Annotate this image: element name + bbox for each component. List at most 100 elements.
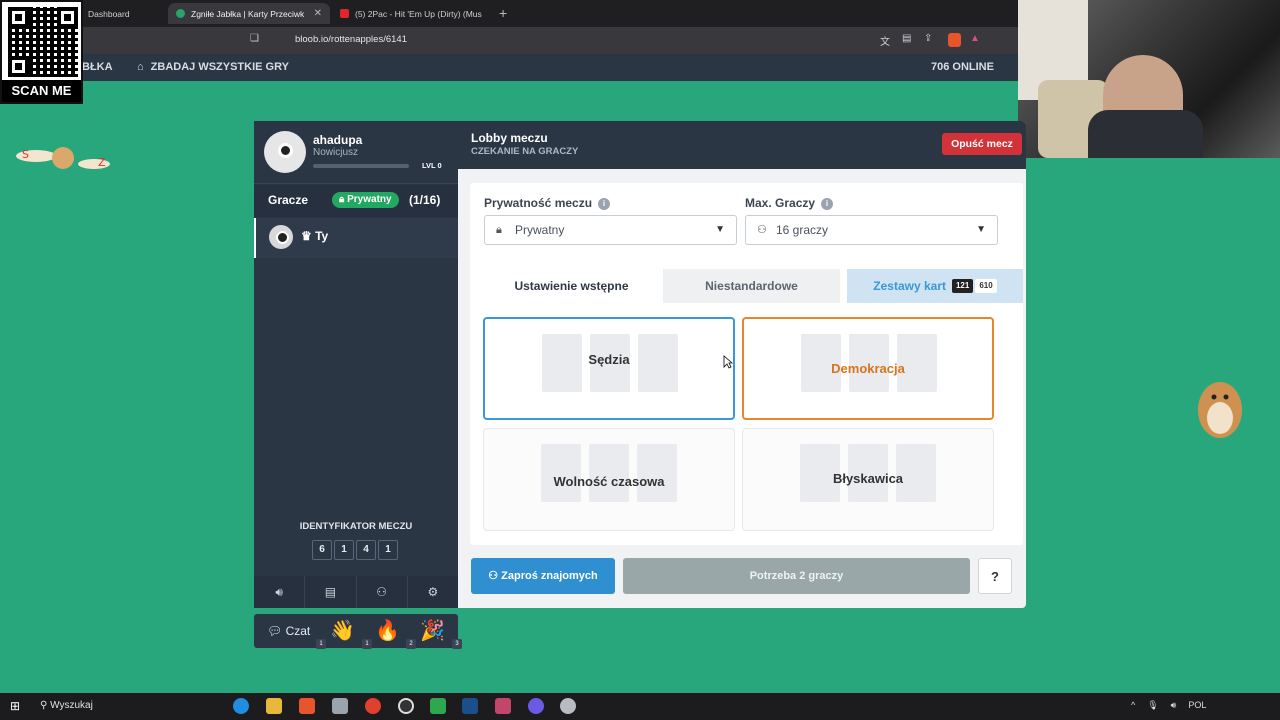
translate-icon[interactable]: 文 (880, 33, 890, 48)
max-players-label-text: Max. Graczy (745, 196, 816, 210)
profile-card: ahadupa Nowicjusz LVL 0 (254, 121, 458, 184)
brave-shield-icon[interactable] (948, 33, 961, 47)
max-players-select[interactable]: ⚇ 16 graczy ▼ (745, 215, 998, 245)
taskbar-search[interactable]: ⚲ Wyszukaj (40, 700, 93, 711)
reader-icon[interactable]: ▤ (902, 33, 911, 44)
leave-match-button[interactable]: Opuść mecz (942, 133, 1022, 155)
qr-finder (8, 7, 29, 28)
site-brand[interactable]: BŁKA (82, 61, 113, 73)
reaction-party[interactable]: 🎉 (420, 618, 445, 643)
players-icon[interactable]: ⚇ (357, 576, 408, 608)
edge-icon[interactable] (233, 698, 249, 714)
bookmark-icon[interactable]: ❏ (250, 33, 259, 44)
brave-rewards-icon[interactable]: ▲ (970, 33, 980, 44)
lobby-sidebar: ahadupa Nowicjusz LVL 0 Gracze 🔒︎ Prywat… (254, 121, 458, 608)
card-count-badge: 121 (951, 279, 974, 293)
invite-friends-button[interactable]: ⚇ Zaproś znajomych (471, 558, 615, 594)
avatar[interactable] (264, 131, 306, 173)
pointer-cursor-icon (723, 355, 733, 369)
players-header: Gracze 🔒︎ Prywatny (1/16) (254, 185, 458, 217)
qr-label: SCAN ME (2, 80, 81, 102)
qr-finder (57, 7, 78, 28)
share-icon[interactable]: ⇪ (924, 33, 932, 44)
preset-blyskawica[interactable]: Błyskawica (742, 428, 994, 531)
webcam-overlay (1018, 0, 1280, 158)
speaker-icon[interactable]: 🔊︎ (254, 576, 306, 608)
preset-sedzia[interactable]: Sędzia (483, 317, 735, 420)
privacy-label-text: Prywatność meczu (484, 196, 593, 210)
preset-wolnosc-czasowa[interactable]: Wolność czasowa (483, 428, 735, 531)
start-game-button[interactable]: Potrzeba 2 graczy (623, 558, 970, 594)
rules-icon[interactable]: ▤ (305, 576, 357, 608)
lock-icon: 🔒︎ (496, 224, 502, 236)
reaction-count: 3 (452, 639, 462, 649)
settings-icon[interactable]: ⚙ (408, 576, 458, 608)
reaction-fire[interactable]: 🔥 (375, 618, 400, 643)
microphone-icon[interactable]: 🎙︎ (1147, 700, 1158, 711)
chat-bar: 💬︎ Czat 👋 1 🔥 1 🎉 2 3 (254, 614, 462, 649)
preview-card (637, 444, 677, 502)
file-explorer-icon[interactable] (266, 698, 282, 714)
tab-dashboard[interactable]: Dashboard (80, 3, 168, 24)
level-badge: LVL 0 (422, 161, 442, 170)
all-games-link[interactable]: ⌂ ZBADAJ WSZYSTKIE GRY (137, 61, 289, 73)
chat-button[interactable]: 💬︎ Czat (267, 624, 310, 638)
home-icon: ⌂ (137, 61, 144, 73)
info-icon[interactable]: i (598, 198, 611, 210)
tab-card-sets[interactable]: Zestawy kart 121 610 (847, 269, 1023, 303)
tab-preset[interactable]: Ustawienie wstępne (483, 269, 660, 303)
chevron-up-icon[interactable]: ^ (1131, 700, 1135, 711)
close-icon[interactable]: ✕ (314, 8, 322, 19)
obs-icon[interactable] (398, 698, 414, 714)
language-indicator[interactable]: POL (1188, 700, 1206, 711)
speaker-icon[interactable]: 🔊︎ (1171, 700, 1177, 711)
address-bar[interactable]: bloob.io/rottenapples/6141 (295, 34, 407, 45)
tab-title: Dashboard (88, 8, 130, 19)
match-id-digit: 6 (312, 540, 332, 560)
plus-icon[interactable]: + (499, 5, 507, 21)
tab-title: (5) 2Pac - Hit 'Em Up (Dirty) (Mus (355, 8, 482, 19)
help-button[interactable]: ? (978, 558, 1012, 594)
chat-icon: 💬︎ (267, 624, 286, 638)
preset-demokracja[interactable]: Demokracja (742, 317, 994, 420)
taskbar-search-label: Wyszukaj (50, 700, 93, 711)
tab-zgnile-jablka[interactable]: Zgniłe Jabłka | Karty Przeciwk ✕ (168, 3, 330, 24)
steam-icon[interactable] (462, 698, 478, 714)
discord-icon[interactable] (528, 698, 544, 714)
online-count: 706 ONLINE (931, 61, 994, 73)
preset-title: Demokracja (831, 361, 905, 376)
app-icon[interactable] (430, 698, 446, 714)
player-count: (1/16) (409, 193, 441, 207)
search-icon: ⚲ (40, 700, 51, 711)
lock-icon: 🔒︎ (339, 194, 348, 205)
friends-icon: ⚇ (488, 570, 502, 582)
chevron-down-icon: ▼ (715, 224, 725, 235)
info-icon[interactable]: i (821, 198, 834, 210)
svg-text:Z: Z (98, 156, 106, 169)
username: ahadupa (313, 133, 363, 147)
player-row[interactable]: ♛ Ty (254, 218, 458, 258)
app-icon[interactable] (495, 698, 511, 714)
player-avatar (269, 225, 293, 249)
system-tray: ^ 🎙︎ 🔊︎ POL (1131, 700, 1206, 711)
tab-youtube[interactable]: (5) 2Pac - Hit 'Em Up (Dirty) (Mus (332, 3, 492, 24)
brave-icon[interactable] (299, 698, 315, 714)
app-icon[interactable] (332, 698, 348, 714)
chrome-icon[interactable] (365, 698, 381, 714)
match-id[interactable]: 6 1 4 1 (312, 540, 398, 560)
windows-start-icon[interactable]: ⊞ (10, 699, 20, 713)
app-icon[interactable] (560, 698, 576, 714)
invite-label: Zaproś znajomych (501, 570, 598, 582)
hamster-sticker: S Z (16, 147, 110, 169)
privacy-select[interactable]: 🔒︎ Prywatny ▼ (484, 215, 737, 245)
youtube-icon (340, 9, 349, 18)
chevron-down-icon: ▼ (976, 224, 986, 235)
site-nav: BŁKA ⌂ ZBADAJ WSZYSTKIE GRY 706 ONLINE (0, 54, 1018, 81)
privacy-badge: 🔒︎ Prywatny (332, 192, 399, 208)
tab-card-sets-label: Zestawy kart (873, 279, 946, 293)
players-icon: ⚇ (757, 224, 767, 236)
tab-custom[interactable]: Niestandardowe (663, 269, 840, 303)
qr-finder (8, 56, 29, 77)
reaction-wave[interactable]: 👋 (330, 618, 355, 643)
max-players-value: 16 graczy (776, 223, 829, 237)
